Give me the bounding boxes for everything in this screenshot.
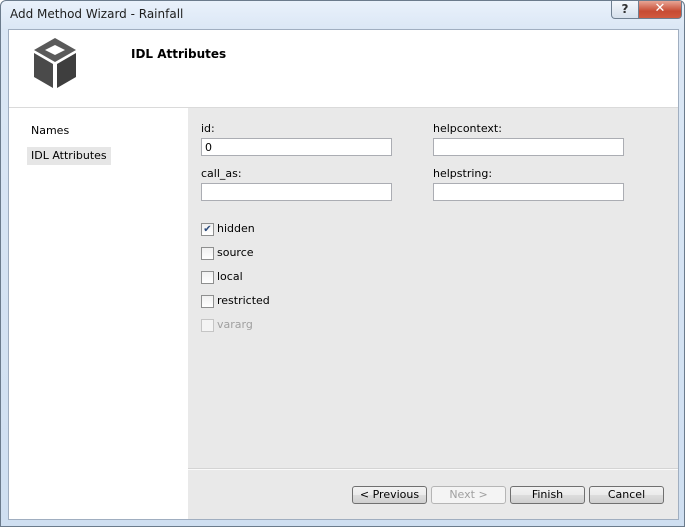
page-title: IDL Attributes: [131, 47, 227, 61]
vararg-checkbox-label: vararg: [217, 318, 253, 331]
next-button: Next >: [431, 486, 506, 504]
window-title: Add Method Wizard - Rainfall: [10, 7, 184, 21]
helpstring-label: helpstring:: [433, 167, 493, 180]
wizard-sidebar: Names IDL Attributes: [9, 108, 187, 519]
vararg-checkbox: [201, 319, 214, 332]
finish-button[interactable]: Finish: [510, 486, 585, 504]
hidden-checkbox-label[interactable]: hidden: [217, 222, 255, 235]
close-button[interactable]: ✕: [638, 1, 682, 19]
call-as-field[interactable]: [201, 183, 392, 201]
source-checkbox-label[interactable]: source: [217, 246, 254, 259]
help-button[interactable]: ?: [611, 1, 639, 19]
restricted-checkbox[interactable]: [201, 295, 214, 308]
footer-divider: [188, 468, 678, 470]
helpstring-field[interactable]: [433, 183, 624, 201]
source-checkbox[interactable]: [201, 247, 214, 260]
local-checkbox-label[interactable]: local: [217, 270, 243, 283]
wizard-client-area: IDL Attributes Names IDL Attributes id: …: [8, 29, 679, 520]
wizard-header: IDL Attributes: [9, 30, 678, 108]
local-checkbox[interactable]: [201, 271, 214, 284]
previous-button[interactable]: < Previous: [352, 486, 427, 504]
sidebar-item-idl-attributes[interactable]: IDL Attributes: [27, 147, 111, 165]
call-as-label: call_as:: [201, 167, 242, 180]
helpcontext-field[interactable]: [433, 138, 624, 156]
cube-icon: [34, 38, 76, 88]
helpcontext-label: helpcontext:: [433, 122, 502, 135]
id-field[interactable]: 0: [201, 138, 392, 156]
restricted-checkbox-label[interactable]: restricted: [217, 294, 270, 307]
title-bar[interactable]: Add Method Wizard - Rainfall ? ✕: [1, 1, 684, 29]
idl-attributes-panel: id: 0 helpcontext: call_as: helpstring: …: [188, 108, 678, 519]
wizard-window: Add Method Wizard - Rainfall ? ✕ IDL Att…: [0, 0, 685, 527]
hidden-checkbox[interactable]: ✔: [201, 223, 214, 236]
id-label: id:: [201, 122, 215, 135]
sidebar-item-names[interactable]: Names: [27, 122, 73, 140]
cancel-button[interactable]: Cancel: [589, 486, 664, 504]
